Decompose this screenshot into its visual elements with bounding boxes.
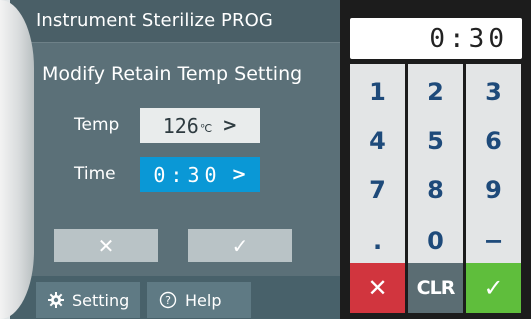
device-bezel xyxy=(0,0,34,319)
key-4[interactable]: 4 xyxy=(350,113,405,168)
help-button[interactable]: ? Help xyxy=(147,282,251,318)
key-decimal[interactable]: . xyxy=(350,213,405,268)
screen: Instrument Sterilize PROG Modify Retain … xyxy=(0,0,531,319)
close-icon: ✕ xyxy=(97,233,115,258)
key-8[interactable]: 8 xyxy=(408,162,463,217)
svg-text:?: ? xyxy=(165,294,171,307)
chevron-right-icon: > xyxy=(222,115,238,136)
temp-label: Temp xyxy=(74,115,120,135)
key-2[interactable]: 2 xyxy=(408,64,463,119)
page-heading: Modify Retain Temp Setting xyxy=(42,63,303,85)
keypad-cancel-button[interactable]: ✕ xyxy=(350,263,405,313)
close-icon: ✕ xyxy=(367,274,388,302)
time-value: 0:30 xyxy=(153,162,222,187)
temp-unit: ℃ xyxy=(199,122,213,135)
key-6[interactable]: 6 xyxy=(466,113,521,168)
clear-button[interactable]: CLR xyxy=(408,263,463,313)
help-label: Help xyxy=(185,290,222,310)
check-icon: ✓ xyxy=(231,233,249,258)
help-icon: ? xyxy=(159,291,177,309)
keypad-display: 0:30 xyxy=(350,18,522,59)
keypad-confirm-button[interactable]: ✓ xyxy=(466,263,521,313)
check-icon: ✓ xyxy=(483,274,504,302)
confirm-button[interactable]: ✓ xyxy=(188,229,292,262)
temp-field[interactable]: 126 ℃ > xyxy=(140,108,260,143)
settings-panel: Instrument Sterilize PROG Modify Retain … xyxy=(10,0,340,319)
key-9[interactable]: 9 xyxy=(466,162,521,217)
program-title: Instrument Sterilize PROG xyxy=(36,10,273,31)
gear-icon xyxy=(48,292,64,308)
setting-button[interactable]: Setting xyxy=(36,282,140,318)
setting-label: Setting xyxy=(72,290,130,310)
cancel-button[interactable]: ✕ xyxy=(54,229,158,262)
time-field[interactable]: 0:30 > xyxy=(140,157,260,192)
key-7[interactable]: 7 xyxy=(350,162,405,217)
key-0[interactable]: 0 xyxy=(408,213,463,268)
chevron-right-icon: > xyxy=(231,164,247,185)
key-minus[interactable]: − xyxy=(466,213,521,268)
key-5[interactable]: 5 xyxy=(408,113,463,168)
key-1[interactable]: 1 xyxy=(350,64,405,119)
key-3[interactable]: 3 xyxy=(466,64,521,119)
title-bar: Instrument Sterilize PROG xyxy=(10,0,340,43)
time-label: Time xyxy=(74,164,116,184)
temp-value: 126 xyxy=(162,113,199,138)
